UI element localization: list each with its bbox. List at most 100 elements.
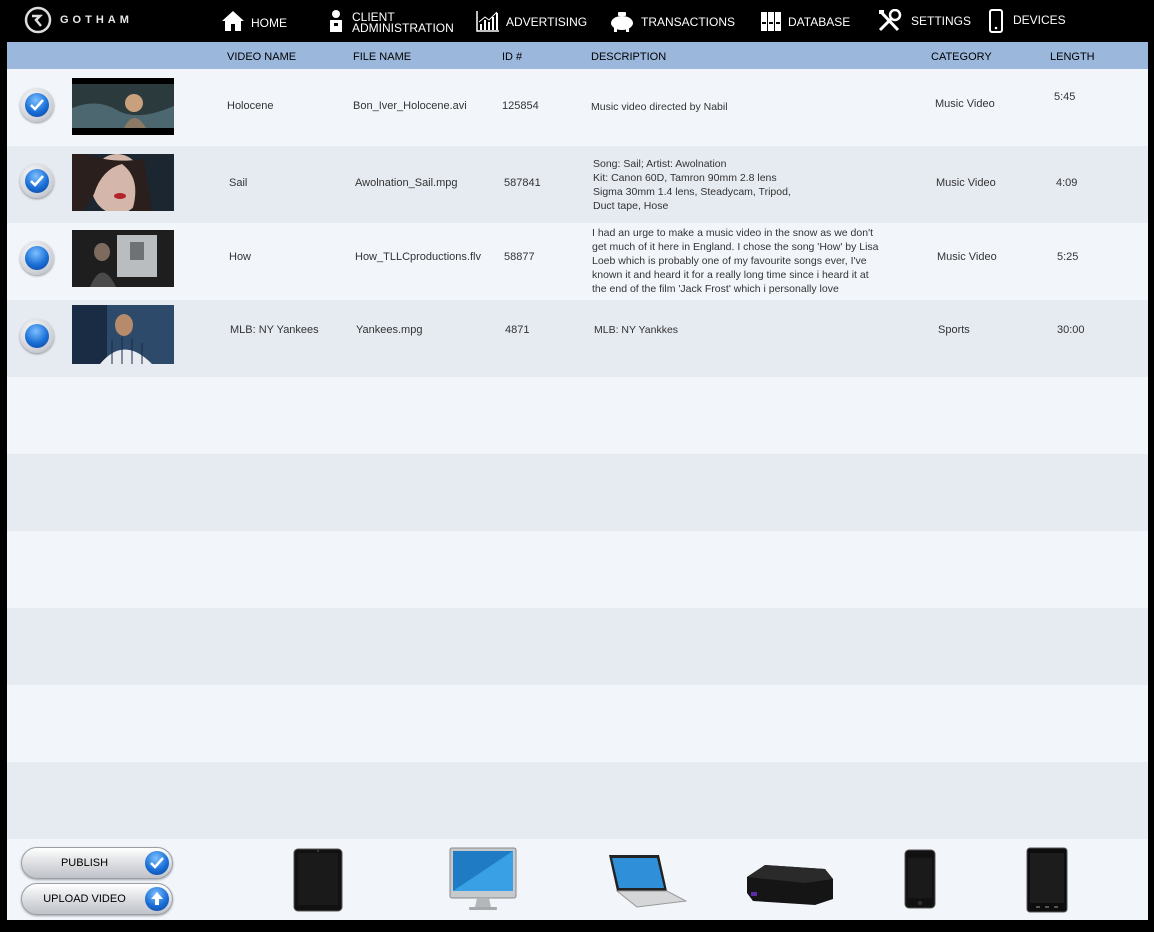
table-row[interactable]: Sail Awolnation_Sail.mpg 587841 Song: Sa… (7, 146, 1148, 223)
description-line: known it and heard it for a really long … (592, 269, 869, 281)
checkmark-icon (25, 169, 49, 193)
col-file-name[interactable]: FILE NAME (353, 51, 411, 63)
publish-button-label: PUBLISH (60, 857, 109, 869)
nav-advertising[interactable]: ADVERTISING (476, 0, 587, 42)
nav-transactions[interactable]: TRANSACTIONS (609, 0, 735, 42)
video-name: Sail (229, 177, 248, 189)
upload-arrow-icon (145, 887, 169, 911)
database-icon (761, 12, 781, 31)
description-line: Kit: Canon 60D, Tamron 90mm 2.8 lens (593, 172, 777, 184)
row-select-checkbox[interactable] (20, 319, 54, 353)
top-nav-bar: GOTHAM HOME CLIENT ADMINISTRATION ADVERT… (0, 0, 1154, 42)
empty-row (7, 454, 1148, 531)
laptop-icon[interactable] (605, 853, 687, 909)
description-line: Song: Sail; Artist: Awolnation (593, 158, 727, 170)
bar-chart-icon (476, 11, 499, 32)
description-line: Sigma 30mm 1.4 lens, Steadycam, Tripod, (593, 186, 791, 198)
nav-home-label: HOME (251, 15, 287, 30)
file-name: Bon_Iver_Holocene.avi (353, 100, 467, 112)
radio-dot-icon (25, 246, 49, 270)
mobile-phone-icon (989, 9, 1003, 33)
col-video-name[interactable]: VIDEO NAME (227, 51, 296, 63)
nav-transactions-label: TRANSACTIONS (641, 14, 736, 29)
piggy-bank-icon (611, 12, 633, 32)
video-id: 125854 (502, 100, 539, 112)
video-category: Sports (938, 324, 970, 336)
checkmark-icon (25, 93, 49, 117)
radio-dot-icon (25, 324, 49, 348)
nav-devices-label: DEVICES (1013, 12, 1066, 27)
gotham-logo[interactable]: GOTHAM (24, 6, 133, 34)
video-category: Music Video (935, 98, 995, 110)
video-id: 58877 (504, 251, 535, 263)
checkmark-icon (145, 851, 169, 875)
nav-client-label-line2: ADMINISTRATION (352, 21, 454, 35)
video-id: 4871 (505, 324, 530, 336)
video-description: Song: Sail; Artist: Awolnation Kit: Cano… (593, 157, 903, 213)
description-line: get much of it here in England. I chose … (592, 241, 879, 253)
table-header: VIDEO NAME FILE NAME ID # DESCRIPTION CA… (7, 42, 1148, 69)
upload-video-button[interactable]: UPLOAD VIDEO (21, 883, 173, 915)
nav-database-label: DATABASE (788, 14, 851, 29)
description-line: Loeb which is probably one of my favouri… (592, 255, 867, 267)
col-id[interactable]: ID # (502, 51, 522, 63)
video-length: 5:45 (1054, 91, 1076, 103)
file-name: Yankees.mpg (356, 324, 423, 336)
col-category[interactable]: CATEGORY (931, 51, 992, 63)
video-thumbnail[interactable] (72, 154, 174, 211)
table-row[interactable]: Holocene Bon_Iver_Holocene.avi 125854 Mu… (7, 69, 1148, 146)
video-thumbnail[interactable] (72, 78, 174, 135)
video-id: 587841 (504, 177, 541, 189)
video-description: MLB: NY Yankkes (594, 323, 904, 337)
file-name: Awolnation_Sail.mpg (355, 177, 458, 189)
empty-row (7, 762, 1148, 839)
gotham-logo-icon (24, 6, 52, 34)
smartphone-icon[interactable] (904, 849, 936, 909)
description-line: Music video directed by Nabil (591, 101, 728, 113)
description-line: I had an urge to make a music video in t… (592, 227, 873, 239)
media-player-box-icon[interactable] (745, 863, 835, 907)
video-category: Music Video (937, 251, 997, 263)
row-select-checkbox[interactable] (20, 164, 54, 198)
person-icon (330, 10, 342, 32)
android-phone-icon[interactable] (1026, 847, 1068, 913)
description-line: the end of the film 'Jack Frost' which i… (592, 283, 839, 295)
tablet-device-icon[interactable] (293, 848, 343, 912)
table-row[interactable]: MLB: NY Yankees Yankees.mpg 4871 MLB: NY… (7, 300, 1148, 377)
video-library-panel: VIDEO NAME FILE NAME ID # DESCRIPTION CA… (7, 42, 1148, 920)
description-line: Duct tape, Hose (593, 200, 669, 212)
video-length: 5:25 (1057, 251, 1079, 263)
nav-advertising-label: ADVERTISING (506, 14, 588, 29)
empty-row (7, 531, 1148, 608)
nav-database[interactable]: DATABASE (760, 0, 850, 42)
video-name: MLB: NY Yankees (230, 324, 319, 336)
tools-icon (878, 9, 902, 32)
col-description[interactable]: DESCRIPTION (591, 51, 666, 63)
video-length: 4:09 (1056, 177, 1078, 189)
bottom-toolbar: PUBLISH UPLOAD VIDEO (7, 839, 1148, 920)
video-category: Music Video (936, 177, 996, 189)
publish-button[interactable]: PUBLISH (21, 847, 173, 879)
video-thumbnail[interactable] (72, 230, 174, 287)
brand-name: GOTHAM (60, 14, 133, 26)
nav-devices[interactable]: DEVICES (989, 0, 1066, 42)
nav-settings[interactable]: SETTINGS (877, 0, 971, 42)
row-select-checkbox[interactable] (20, 241, 54, 275)
row-select-checkbox[interactable] (20, 88, 54, 122)
empty-row (7, 377, 1148, 454)
empty-row (7, 685, 1148, 762)
desktop-monitor-icon[interactable] (449, 847, 517, 913)
video-thumbnail[interactable] (72, 305, 174, 364)
video-description: Music video directed by Nabil (591, 100, 901, 114)
upload-video-button-label: UPLOAD VIDEO (43, 893, 126, 905)
col-length[interactable]: LENGTH (1050, 51, 1095, 63)
home-icon (222, 11, 244, 31)
table-row[interactable]: How How_TLLCproductions.flv 58877 I had … (7, 223, 1148, 300)
nav-client-administration[interactable]: CLIENT ADMINISTRATION (328, 0, 454, 42)
video-description: I had an urge to make a music video in t… (592, 226, 902, 296)
nav-home[interactable]: HOME (221, 0, 287, 42)
video-name: How (229, 251, 252, 263)
empty-row (7, 608, 1148, 685)
file-name: How_TLLCproductions.flv (355, 251, 481, 263)
nav-settings-label: SETTINGS (911, 13, 972, 28)
